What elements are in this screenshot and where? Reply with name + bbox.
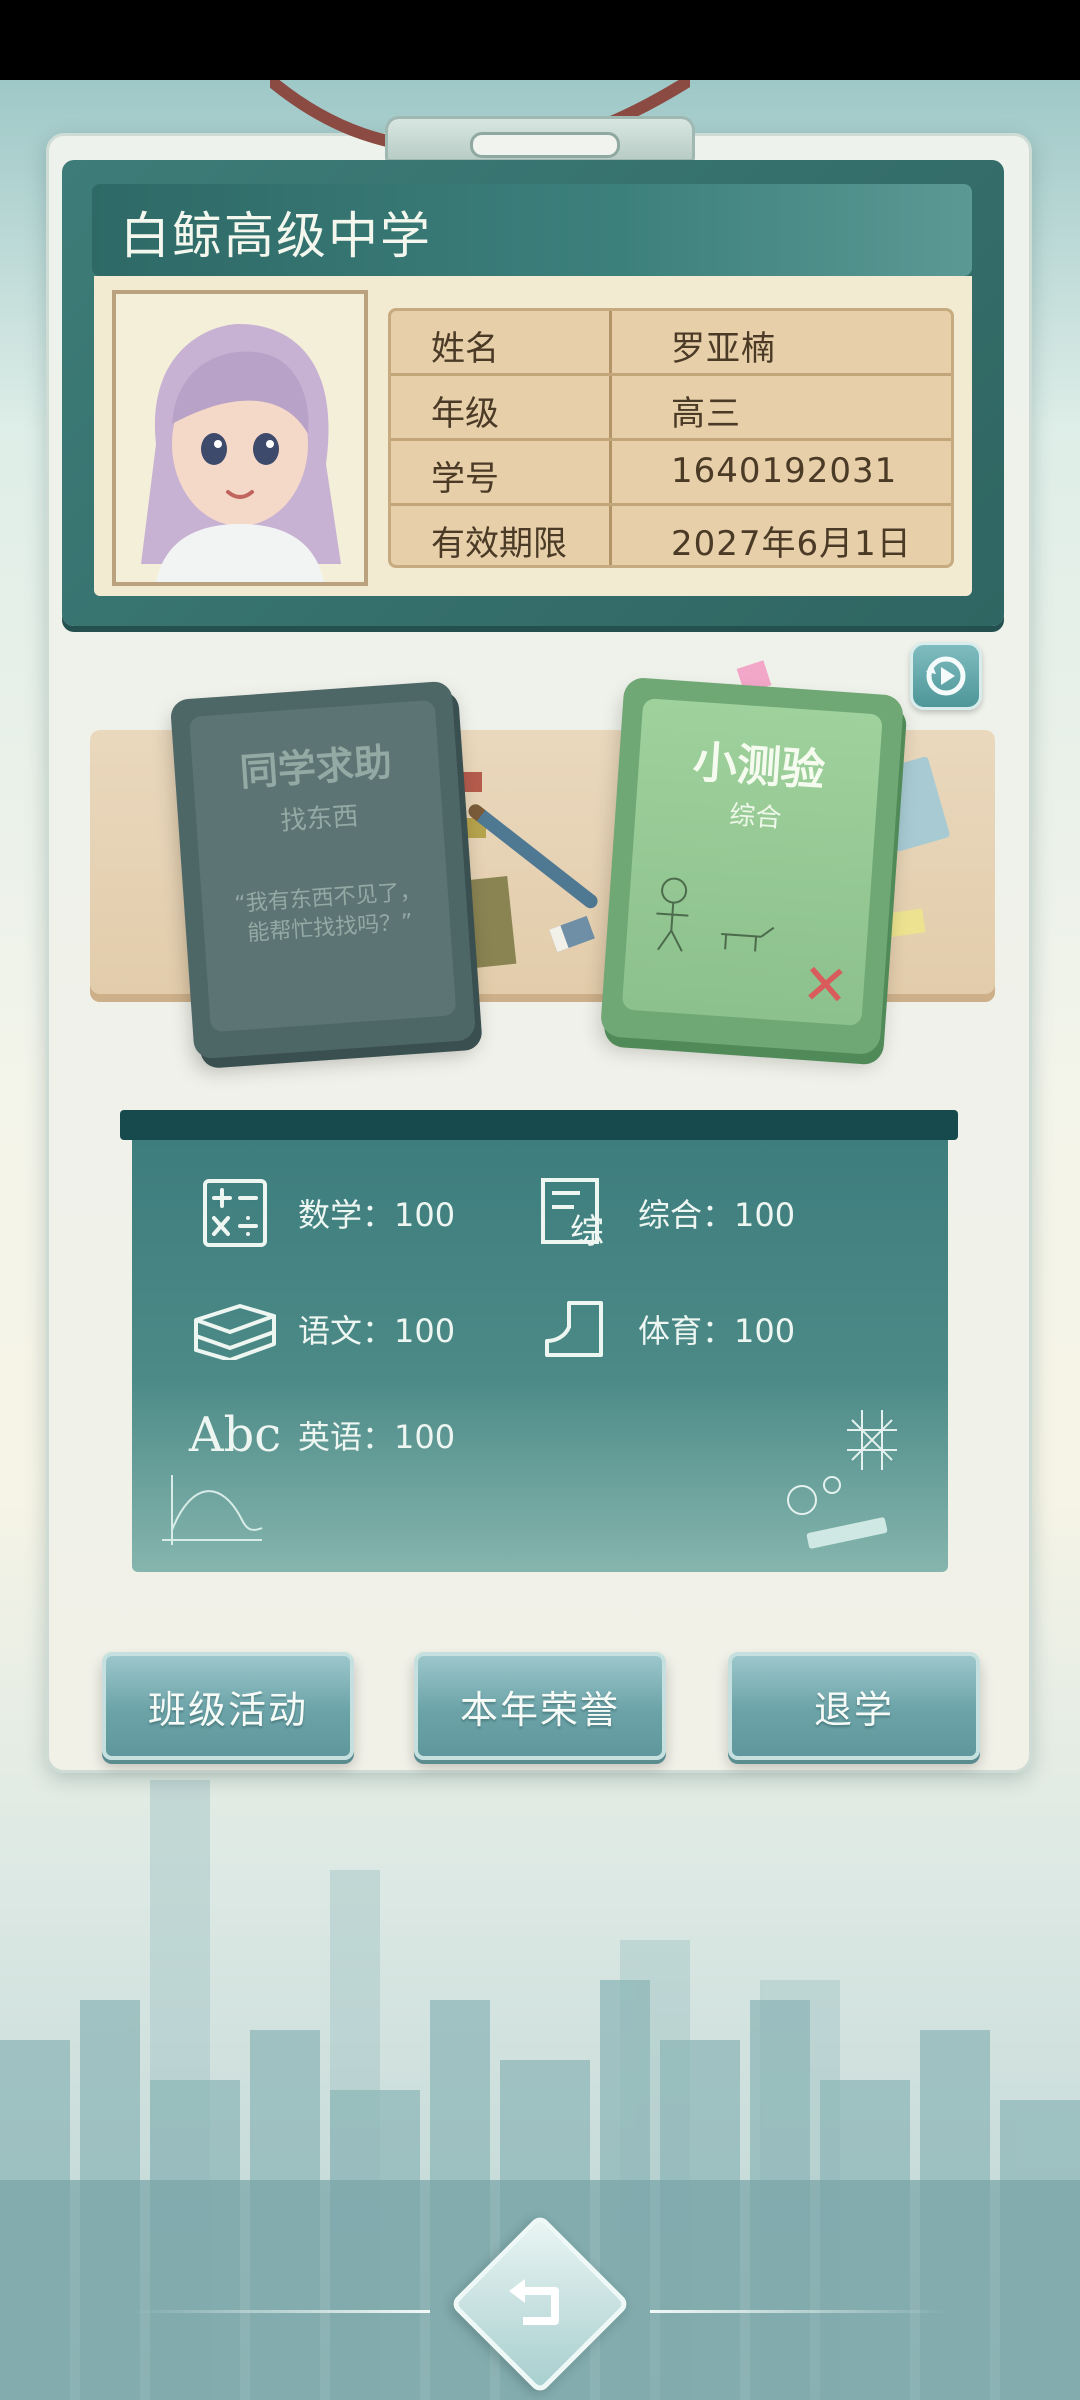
grade-general-text: 综合：100 bbox=[638, 1196, 796, 1234]
status-bar bbox=[0, 0, 1080, 80]
drop-out-label: 退学 bbox=[813, 1687, 894, 1732]
help-card-title: 同学求助 bbox=[238, 740, 394, 795]
grade-pe-text: 体育：100 bbox=[638, 1312, 796, 1350]
grade-english: Abc 英语：100 bbox=[188, 1400, 456, 1470]
info-label: 姓名 bbox=[431, 329, 499, 369]
info-row-student-id: 学号 1640192031 bbox=[391, 441, 951, 506]
grade-general: 综 综合：100 bbox=[530, 1178, 796, 1249]
info-value: 罗亚楠 bbox=[671, 329, 776, 369]
student-photo bbox=[112, 290, 368, 586]
info-label: 有效期限 bbox=[431, 524, 567, 564]
class-activity-button[interactable]: 班级活动 bbox=[102, 1652, 354, 1760]
grade-chinese-text: 语文：100 bbox=[298, 1312, 456, 1350]
english-icon-text: Abc bbox=[188, 1407, 282, 1463]
help-card-face: 同学求助 找东西 “我有东西不见了，能帮忙找找吗？” bbox=[188, 699, 457, 1033]
shoe-icon bbox=[530, 1294, 620, 1364]
card-clip-hole bbox=[470, 132, 620, 158]
back-decor-line-right bbox=[650, 2310, 950, 2313]
class-activity-label: 班级活动 bbox=[147, 1687, 308, 1732]
grade-math: 数学：100 bbox=[190, 1178, 455, 1248]
annual-honor-button[interactable]: 本年荣誉 bbox=[414, 1652, 666, 1760]
quiz-card[interactable]: 小测验 综合 ✕ bbox=[599, 676, 905, 1056]
chalk-graph-doodle bbox=[162, 1475, 263, 1545]
school-name: 白鲸高级中学 bbox=[120, 207, 432, 265]
back-decor-line-left bbox=[130, 2310, 430, 2313]
student-info-table: 姓名 罗亚楠 年级 高三 学号 1640192031 有效期限 2027年6月1… bbox=[388, 308, 954, 568]
general-subject-icon: 综 bbox=[530, 1178, 620, 1249]
chalkboard-rail bbox=[120, 1110, 958, 1140]
info-value: 高三 bbox=[671, 394, 741, 434]
abc-icon: Abc bbox=[188, 1400, 282, 1470]
help-card-quote: “我有东西不见了，能帮忙找找吗？” bbox=[233, 879, 423, 947]
doodle-drawing bbox=[656, 877, 775, 952]
help-card-subtitle: 找东西 bbox=[279, 801, 360, 837]
info-value: 2027年6月1日 bbox=[671, 524, 912, 564]
grade-chinese: 语文：100 bbox=[190, 1294, 455, 1364]
books-icon bbox=[190, 1294, 280, 1364]
info-row-name: 姓名 罗亚楠 bbox=[391, 311, 951, 376]
replay-icon bbox=[926, 656, 966, 696]
close-mark-icon: ✕ bbox=[799, 951, 851, 1020]
general-icon-text: 综 bbox=[570, 1212, 604, 1249]
help-request-card[interactable]: 同学求助 找东西 “我有东西不见了，能帮忙找找吗？” bbox=[169, 680, 477, 1060]
grade-english-text: 英语：100 bbox=[298, 1418, 456, 1456]
annual-honor-label: 本年荣誉 bbox=[459, 1687, 620, 1732]
info-row-expiry: 有效期限 2027年6月1日 bbox=[391, 506, 951, 565]
avatar bbox=[116, 294, 364, 582]
back-arrow-icon bbox=[490, 2254, 590, 2354]
calculator-icon bbox=[190, 1178, 280, 1248]
quiz-card-face: 小测验 综合 ✕ bbox=[621, 698, 883, 1027]
grade-pe: 体育：100 bbox=[530, 1294, 795, 1364]
info-label: 年级 bbox=[431, 394, 499, 434]
grade-math-text: 数学：100 bbox=[298, 1196, 456, 1234]
info-row-grade: 年级 高三 bbox=[391, 376, 951, 441]
info-label: 学号 bbox=[431, 459, 499, 499]
chalk-doodles bbox=[787, 1410, 897, 1549]
info-value: 1640192031 bbox=[671, 451, 898, 491]
drop-out-button[interactable]: 退学 bbox=[728, 1652, 980, 1760]
replay-button[interactable] bbox=[910, 642, 982, 710]
